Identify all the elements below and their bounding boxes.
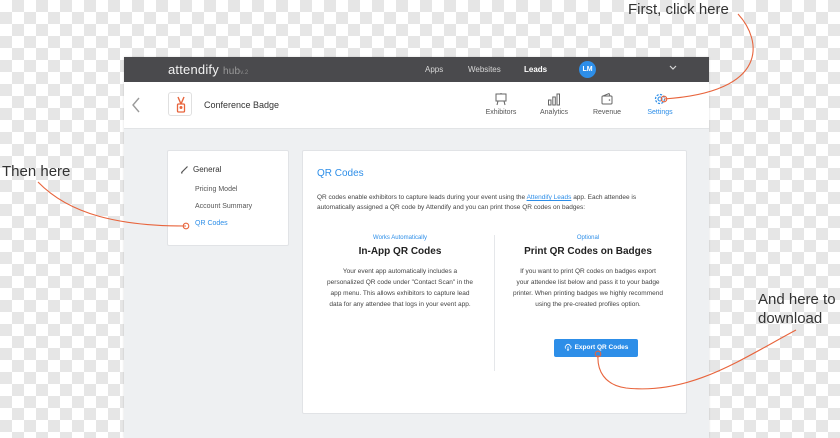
- tab-analytics-label: Analytics: [539, 109, 568, 116]
- export-qr-codes-button[interactable]: Export QR Codes: [554, 339, 638, 357]
- print-eyebrow: Optional: [576, 235, 600, 241]
- tab-exhibitors[interactable]: Exhibitors: [476, 88, 526, 124]
- callout-first-click: First, click here: [628, 1, 729, 18]
- brand-logo[interactable]: attendify hubv.2: [168, 62, 248, 77]
- sidebar-heading-label: General: [193, 165, 222, 174]
- sidebar-item-pricing-model[interactable]: Pricing Model: [195, 186, 237, 193]
- badge-lanyard-icon: [176, 96, 186, 113]
- gear-icon: [654, 93, 666, 105]
- in-app-qr-column: Works Automatically In-App QR Codes Your…: [325, 235, 475, 310]
- settings-sidebar: General Pricing Model Account Summary QR…: [167, 150, 289, 246]
- brand-name: attendify: [168, 62, 219, 77]
- pencil-icon: [181, 166, 188, 174]
- in-app-text: Your event app automatically includes a …: [327, 268, 473, 308]
- panel-desc-before: QR codes enable exhibitors to capture le…: [317, 194, 527, 201]
- in-app-title: In-App QR Codes: [358, 246, 442, 257]
- export-button-label: Export QR Codes: [574, 344, 629, 351]
- print-badges-column: Optional Print QR Codes on Badges If you…: [513, 235, 663, 310]
- callout-download-line1: And here to: [758, 291, 836, 308]
- print-title: Print QR Codes on Badges: [524, 246, 652, 257]
- wallet-icon: [601, 92, 613, 105]
- nav-leads[interactable]: Leads: [524, 65, 547, 74]
- user-avatar[interactable]: LM: [579, 61, 596, 78]
- bar-chart-icon: [548, 93, 560, 106]
- callout-then-here: Then here: [2, 163, 71, 180]
- panel-title: QR Codes: [317, 168, 364, 179]
- top-navigation-bar: attendify hubv.2 Apps Websites Leads LM: [124, 57, 709, 82]
- tab-revenue[interactable]: Revenue: [582, 88, 632, 124]
- nav-websites[interactable]: Websites: [468, 65, 501, 74]
- tab-analytics[interactable]: Analytics: [529, 88, 579, 124]
- nav-apps[interactable]: Apps: [425, 65, 443, 74]
- tab-exhibitors-label: Exhibitors: [485, 109, 517, 116]
- print-text: If you want to print QR codes on badges …: [513, 268, 663, 308]
- easel-icon: [495, 93, 507, 106]
- tab-revenue-label: Revenue: [592, 109, 622, 116]
- app-window: attendify hubv.2 Apps Websites Leads LM C…: [124, 57, 709, 438]
- brand-hub: hub: [222, 66, 241, 77]
- sidebar-heading: General: [180, 165, 221, 174]
- in-app-eyebrow: Works Automatically: [373, 235, 427, 241]
- sidebar-item-qr-codes[interactable]: QR Codes: [195, 220, 228, 227]
- brand-version: v.2: [240, 70, 249, 76]
- cloud-download-icon: [564, 344, 572, 352]
- callout-download: And here to download: [758, 290, 836, 328]
- back-chevron-icon[interactable]: [130, 96, 142, 114]
- callout-download-line2: download: [758, 310, 823, 327]
- column-divider: [494, 235, 495, 371]
- tab-settings-label: Settings: [647, 109, 673, 116]
- conference-badge-icon: [168, 92, 192, 116]
- tab-settings[interactable]: Settings: [635, 88, 685, 124]
- sidebar-item-account-summary[interactable]: Account Summary: [195, 203, 252, 210]
- chevron-down-icon[interactable]: [668, 63, 678, 73]
- panel-description: QR codes enable exhibitors to capture le…: [317, 193, 672, 213]
- page-title: Conference Badge: [204, 100, 280, 110]
- event-header: Conference Badge Exhibitors Analytics Re…: [124, 82, 709, 129]
- attendify-leads-link[interactable]: Attendify Leads: [527, 194, 572, 201]
- qr-codes-panel: QR Codes QR codes enable exhibitors to c…: [302, 150, 687, 414]
